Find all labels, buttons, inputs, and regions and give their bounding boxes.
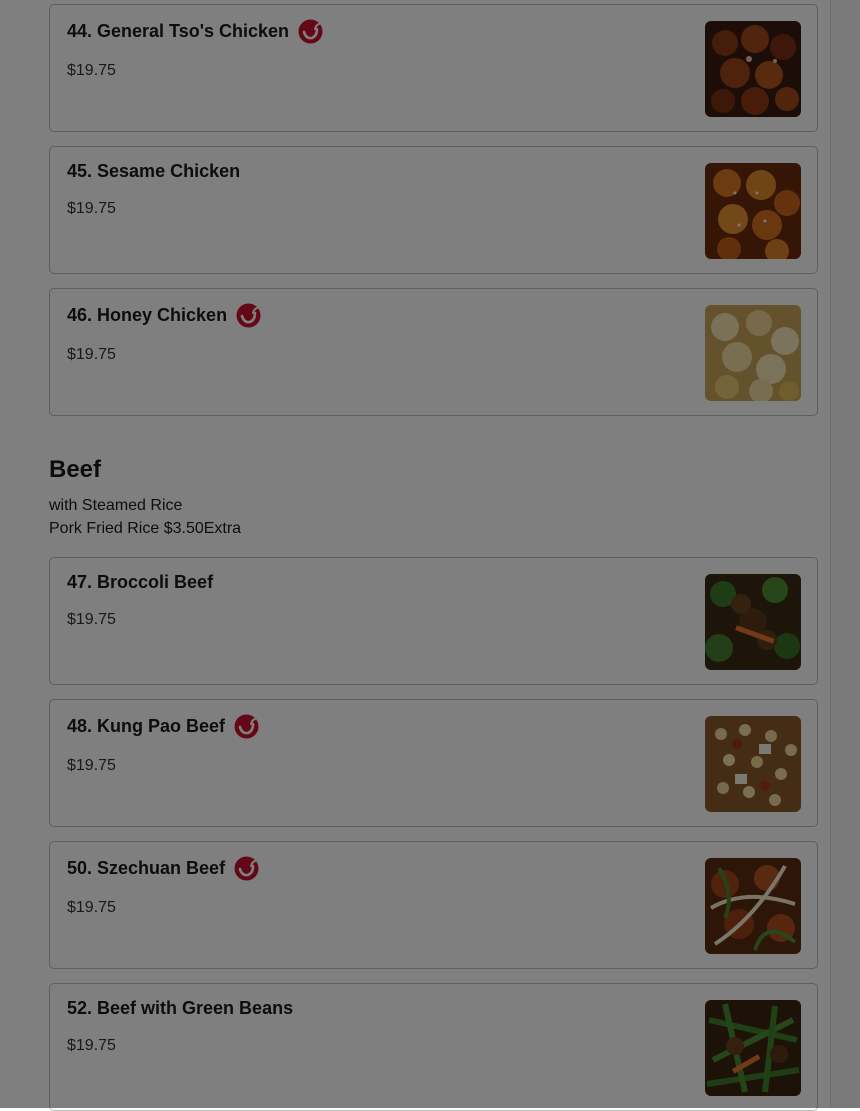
section-title: Beef <box>49 456 102 483</box>
food-photo <box>705 574 801 670</box>
menu-item-card[interactable]: 50. Szechuan Beef $19.75 <box>49 841 818 969</box>
food-photo <box>705 305 801 401</box>
menu-item-card[interactable]: 45. Sesame Chicken $19.75 <box>49 146 818 274</box>
menu-item-card[interactable]: 46. Honey Chicken $19.75 <box>49 288 818 416</box>
food-photo <box>705 21 801 117</box>
item-name: 47. Broccoli Beef <box>67 572 214 592</box>
chili-pepper-icon <box>234 856 259 881</box>
item-name: 52. Beef with Green Beans <box>67 998 294 1018</box>
menu-item-card[interactable]: 48. Kung Pao Beef $19.75 <box>49 699 818 827</box>
item-name: 45. Sesame Chicken <box>67 161 241 181</box>
food-photo <box>705 716 801 812</box>
menu-page: 44. General Tso's Chicken $19.75 45. Ses… <box>0 0 860 1111</box>
item-price: $19.75 <box>67 757 116 774</box>
item-price: $19.75 <box>67 200 116 217</box>
item-price: $19.75 <box>67 1037 116 1054</box>
menu-item-card[interactable]: 52. Beef with Green Beans $19.75 <box>49 983 818 1111</box>
food-photo <box>705 163 801 259</box>
chili-pepper-icon <box>298 19 323 44</box>
menu-item-card[interactable]: 47. Broccoli Beef $19.75 <box>49 557 818 685</box>
scrollbar[interactable] <box>830 0 860 1108</box>
food-photo <box>705 1000 801 1096</box>
section-subtitle: Pork Fried Rice $3.50Extra <box>49 520 242 537</box>
item-name: 46. Honey Chicken <box>67 303 261 328</box>
chili-pepper-icon <box>236 303 261 328</box>
item-price: $19.75 <box>67 62 116 79</box>
item-price: $19.75 <box>67 346 116 363</box>
menu-item-card[interactable]: 44. General Tso's Chicken $19.75 <box>49 4 818 132</box>
food-photo <box>705 858 801 954</box>
item-price: $19.75 <box>67 899 116 916</box>
item-name: 50. Szechuan Beef <box>67 856 259 881</box>
item-price: $19.75 <box>67 611 116 628</box>
chili-pepper-icon <box>234 714 259 739</box>
item-name: 48. Kung Pao Beef <box>67 714 259 739</box>
item-name: 44. General Tso's Chicken <box>67 19 323 44</box>
section-subtitle: with Steamed Rice <box>49 497 183 514</box>
